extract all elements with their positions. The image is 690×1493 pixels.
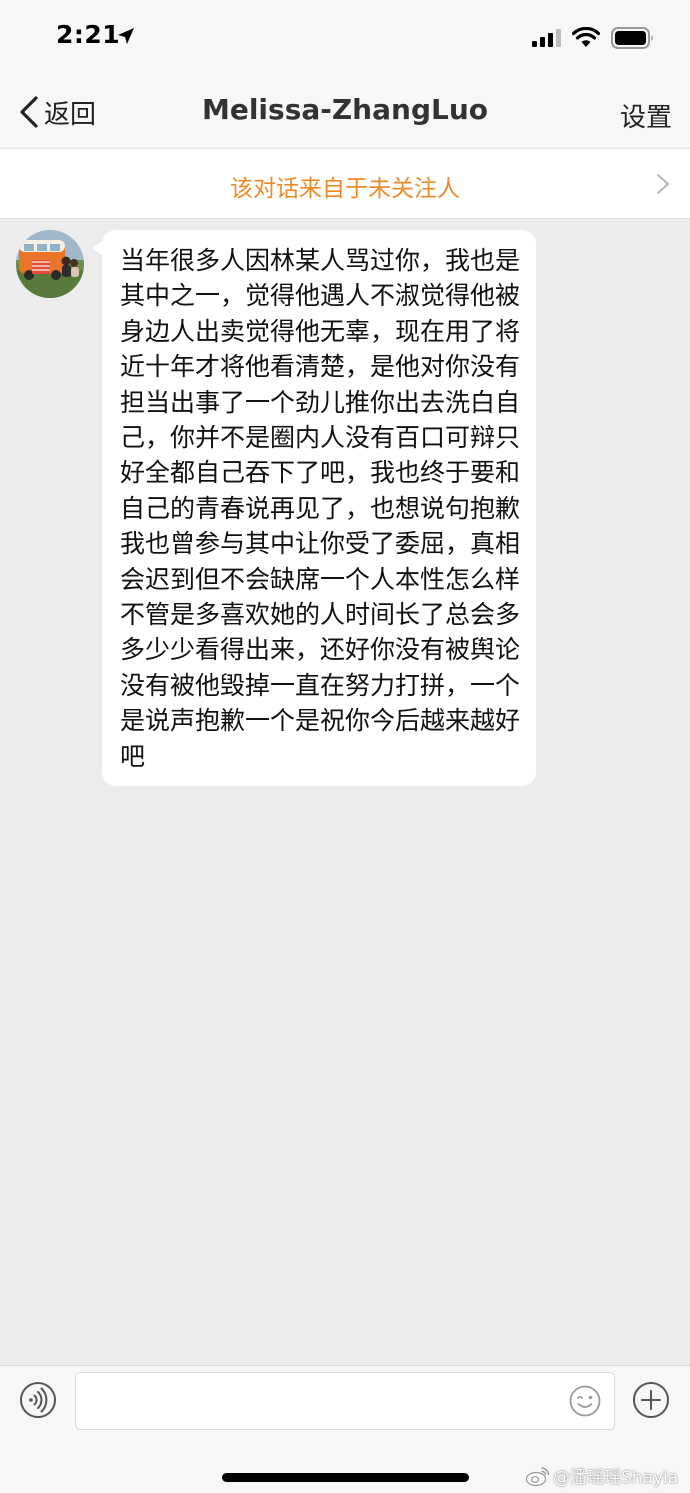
watermark: @潘瑶瑶Shayla	[525, 1463, 678, 1488]
signal-icon	[532, 29, 561, 47]
nav-bar: 返回 Melissa-ZhangLuo 设置	[0, 75, 690, 148]
avatar-photo	[16, 230, 84, 298]
wifi-icon	[572, 27, 600, 47]
voice-icon[interactable]	[19, 1381, 57, 1419]
status-time: 2:21	[56, 20, 121, 49]
chevron-right-icon	[657, 174, 669, 194]
weibo-logo-icon	[525, 1466, 550, 1486]
home-indicator	[222, 1473, 469, 1482]
plus-icon[interactable]	[632, 1381, 670, 1419]
stranger-notice-banner[interactable]: 该对话来自于未关注人	[0, 148, 690, 219]
settings-button[interactable]: 设置	[620, 97, 672, 134]
notice-text: 该对话来自于未关注人	[230, 176, 460, 202]
conversation-title: Melissa-ZhangLuo	[201, 93, 488, 126]
input-bar: @潘瑶瑶Shayla	[0, 1365, 690, 1493]
message-input[interactable]	[75, 1372, 615, 1430]
status-bar: 2:21	[0, 0, 690, 75]
chat-area[interactable]: 当年很多人因林某人骂过你，我也是其中之一，觉得他遇人不淑觉得他被身边人出卖觉得他…	[0, 219, 690, 1365]
emoji-icon[interactable]	[569, 1385, 601, 1417]
battery-icon	[611, 27, 653, 49]
message-bubble[interactable]: 当年很多人因林某人骂过你，我也是其中之一，觉得他遇人不淑觉得他被身边人出卖觉得他…	[92, 230, 536, 787]
avatar[interactable]	[16, 230, 84, 298]
message-text: 当年很多人因林某人骂过你，我也是其中之一，觉得他遇人不淑觉得他被身边人出卖觉得他…	[120, 246, 521, 771]
bubble-tail	[92, 240, 104, 256]
watermark-text: @潘瑶瑶Shayla	[553, 1468, 679, 1488]
location-arrow-icon	[118, 28, 134, 44]
